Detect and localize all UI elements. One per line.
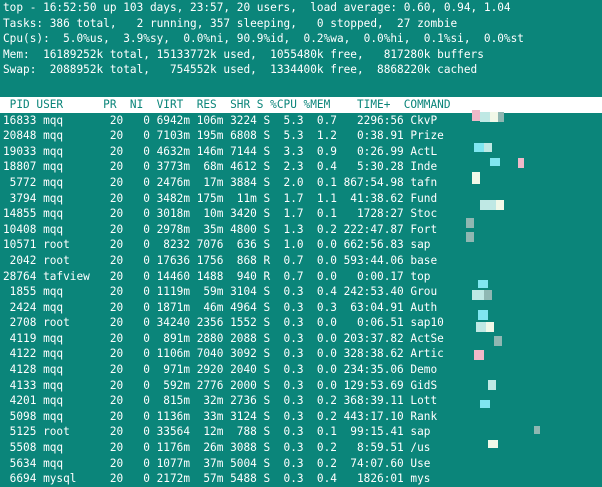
process-row: 28764 tafview 20 0 14460 1488 940 R 0.7 … xyxy=(3,269,431,283)
redaction-pixel xyxy=(480,112,490,122)
redaction-pixel xyxy=(472,110,480,121)
process-row: 6694 mysql 20 0 2172m 57m 5488 S 0.3 0.4… xyxy=(3,472,431,486)
process-row: 4128 mqq 20 0 971m 2920 2040 S 0.3 0.0 2… xyxy=(3,363,438,377)
process-row: 4201 mqq 20 0 815m 32m 2736 S 0.3 0.2 36… xyxy=(3,394,438,408)
uptime-line: top - 16:52:50 up 103 days, 23:57, 20 us… xyxy=(3,1,511,14)
process-row: 2424 mqq 20 0 1871m 46m 4964 S 0.3 0.3 6… xyxy=(3,300,438,314)
process-row: 1855 mqq 20 0 1119m 59m 3104 S 0.3 0.4 2… xyxy=(3,285,438,299)
redaction-pixel xyxy=(488,440,498,448)
process-row: 16833 mqq 20 0 6942m 106m 3224 S 5.3 0.7… xyxy=(3,113,438,127)
redaction-pixel xyxy=(490,112,498,122)
redaction-pixel xyxy=(466,218,474,228)
process-row: 10571 root 20 0 8232 7076 636 S 1.0 0.0 … xyxy=(3,238,431,252)
redaction-pixel xyxy=(474,143,484,152)
process-row: 2042 root 20 0 17636 1756 868 R 0.7 0.0 … xyxy=(3,253,438,267)
redaction-pixel xyxy=(478,310,488,320)
process-row: 19033 mqq 20 0 4632m 146m 7144 S 3.3 0.9… xyxy=(3,144,438,158)
redaction-pixel xyxy=(466,232,474,242)
redaction-pixel xyxy=(478,280,488,288)
redaction-pixel xyxy=(488,380,496,390)
summary-area: top - 16:52:50 up 103 days, 23:57, 20 us… xyxy=(0,0,602,94)
process-table-header: PID USER PR NI VIRT RES SHR S %CPU %MEM … xyxy=(0,96,602,113)
process-row: 4119 mqq 20 0 891m 2880 2088 S 0.3 0.0 2… xyxy=(3,331,444,345)
terminal-window: top - 16:52:50 up 103 days, 23:57, 20 us… xyxy=(0,0,602,485)
process-row: 5098 mqq 20 0 1136m 33m 3124 S 0.3 0.2 4… xyxy=(3,409,438,423)
process-row: 18807 mqq 20 0 3773m 68m 4612 S 2.3 0.4 … xyxy=(3,160,438,174)
process-row: 3794 mqq 20 0 3482m 175m 11m S 1.7 1.1 4… xyxy=(3,191,438,205)
redaction-pixel xyxy=(490,158,500,166)
process-row: 2708 root 20 0 34240 2356 1552 S 0.3 0.0… xyxy=(3,316,444,330)
redaction-pixel xyxy=(472,290,484,300)
redaction-pixel xyxy=(476,322,486,332)
cpu-line: Cpu(s): 5.0%us, 3.9%sy, 0.0%ni, 90.9%id,… xyxy=(3,32,524,46)
redaction-pixel xyxy=(496,200,504,210)
redaction-pixel xyxy=(484,290,492,300)
redaction-pixel xyxy=(472,172,480,184)
process-row: 20848 mqq 20 0 7103m 195m 6808 S 5.3 1.2… xyxy=(3,129,444,143)
tasks-line: Tasks: 386 total, 2 running, 357 sleepin… xyxy=(3,16,458,30)
redaction-pixel xyxy=(480,400,490,408)
redaction-pixel xyxy=(494,336,502,346)
process-list: 16833 mqq 20 0 6942m 106m 3224 S 5.3 0.7… xyxy=(0,113,602,487)
process-row: 4133 mqq 20 0 592m 2776 2000 S 0.3 0.0 1… xyxy=(3,378,438,392)
redaction-pixel xyxy=(534,426,540,434)
redaction-pixel xyxy=(498,112,504,122)
process-row: 5772 mqq 20 0 2476m 17m 3884 S 2.0 0.1 8… xyxy=(3,175,438,189)
process-row: 10408 mqq 20 0 2978m 35m 4800 S 1.3 0.2 … xyxy=(3,222,438,236)
redaction-pixel xyxy=(486,322,494,332)
process-row: 14855 mqq 20 0 3018m 10m 3420 S 1.7 0.1 … xyxy=(3,207,438,221)
process-row: 5508 mqq 20 0 1176m 26m 3088 S 0.3 0.2 8… xyxy=(3,441,431,455)
redaction-pixel xyxy=(480,200,496,210)
swap-line: Swap: 2088952k total, 754552k used, 1334… xyxy=(3,63,478,77)
process-row: 5125 root 20 0 33564 12m 788 S 0.3 0.1 9… xyxy=(3,425,431,439)
redaction-pixel xyxy=(518,158,524,168)
process-row: 4122 mqq 20 0 1106m 7040 3092 S 0.3 0.0 … xyxy=(3,347,444,361)
mem-line: Mem: 16189252k total, 15133772k used, 10… xyxy=(3,47,484,61)
redaction-pixel xyxy=(474,350,484,360)
redaction-pixel xyxy=(484,143,492,152)
